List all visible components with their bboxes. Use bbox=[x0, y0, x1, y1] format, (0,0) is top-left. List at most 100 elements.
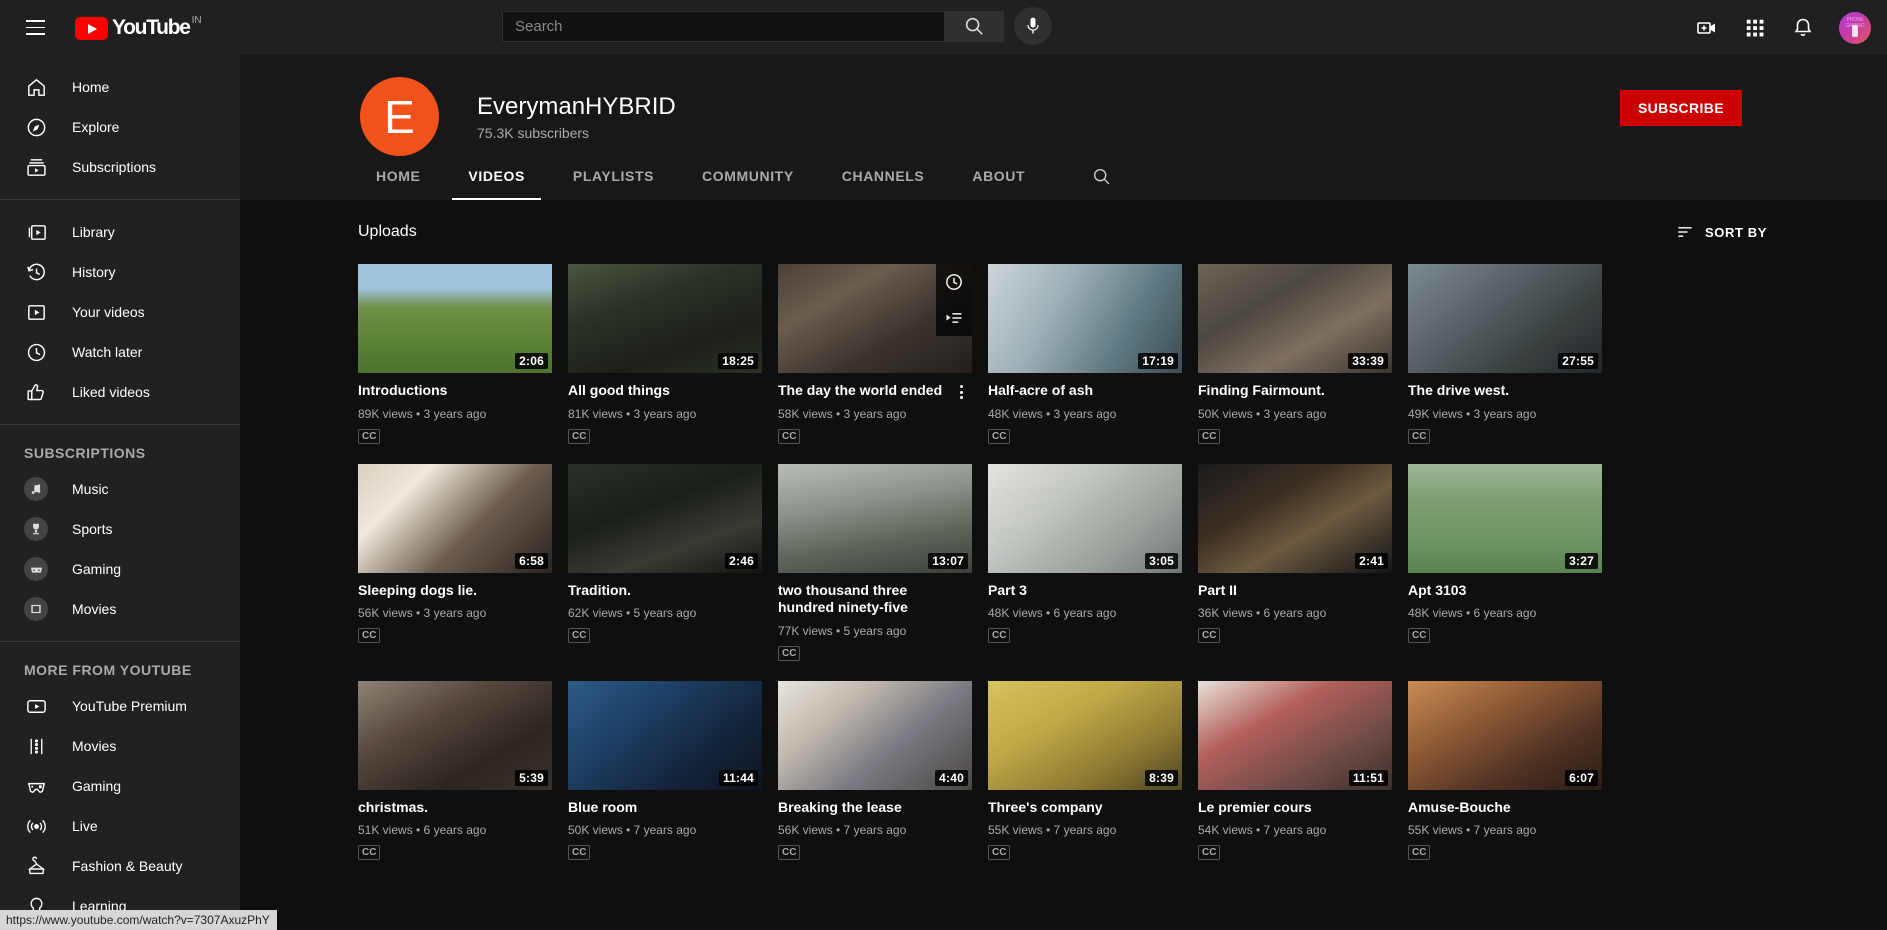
sidebar-label-live: Live bbox=[72, 818, 98, 834]
video-thumbnail[interactable]: 2:06 bbox=[358, 264, 552, 373]
video-card[interactable]: 11:44 Blue room 50K views • 7 years ago CC bbox=[568, 680, 762, 860]
voice-search-button[interactable] bbox=[1014, 7, 1052, 45]
channel-avatar[interactable]: E bbox=[360, 77, 439, 156]
sidebar-item-sports[interactable]: Sports bbox=[0, 509, 240, 549]
video-card[interactable]: 3:27 Apt 3103 48K views • 6 years ago CC bbox=[1408, 463, 1602, 661]
watch-later-button[interactable] bbox=[936, 264, 972, 300]
sidebar-item-music[interactable]: Music bbox=[0, 469, 240, 509]
search-submit-button[interactable] bbox=[944, 10, 1004, 42]
video-title[interactable]: Blue room bbox=[568, 799, 762, 817]
sidebar-item-live[interactable]: Live bbox=[0, 806, 240, 846]
account-avatar[interactable]: PHONE GAMING bbox=[1839, 11, 1871, 44]
video-card[interactable]: 3:05 Part 3 48K views • 6 years ago CC bbox=[988, 463, 1182, 661]
video-card[interactable]: 27:55 The drive west. 49K views • 3 years … bbox=[1408, 264, 1602, 444]
sidebar-item-youtube-premium[interactable]: YouTube Premium bbox=[0, 686, 240, 726]
video-thumbnail[interactable]: 13:07 bbox=[778, 463, 972, 573]
youtube-apps-button[interactable] bbox=[1735, 8, 1775, 48]
youtube-logo[interactable]: YouTube IN bbox=[75, 15, 202, 40]
tab-playlists[interactable]: PLAYLISTS bbox=[557, 152, 670, 200]
video-title[interactable]: Apt 3103 bbox=[1408, 582, 1602, 600]
notifications-button[interactable] bbox=[1783, 8, 1823, 48]
sidebar-item-movies[interactable]: Movies bbox=[0, 726, 240, 766]
sidebar-item-liked-videos[interactable]: Liked videos bbox=[0, 372, 240, 412]
tab-videos[interactable]: VIDEOS bbox=[452, 152, 541, 200]
sidebar-item-home[interactable]: Home bbox=[0, 67, 240, 107]
video-thumbnail[interactable]: 3:05 bbox=[988, 463, 1182, 573]
sidebar-label-liked-videos: Liked videos bbox=[72, 384, 150, 400]
video-thumbnail[interactable]: 4:40 bbox=[778, 680, 972, 790]
video-card[interactable]: 6:58 Sleeping dogs lie. 56K views • 3 year… bbox=[358, 463, 552, 661]
video-title[interactable]: Introductions bbox=[358, 382, 552, 400]
subscribe-button[interactable]: SUBSCRIBE bbox=[1619, 90, 1742, 126]
sidebar-item-your-videos[interactable]: Your videos bbox=[0, 292, 240, 332]
tab-community[interactable]: COMMUNITY bbox=[686, 152, 810, 200]
tab-about[interactable]: ABOUT bbox=[956, 152, 1041, 200]
video-thumbnail[interactable]: 11:51 bbox=[1198, 680, 1392, 790]
video-thumbnail[interactable]: 33:39 bbox=[1198, 264, 1392, 373]
channel-tabs: HOME VIDEOS PLAYLISTS COMMUNITY CHANNELS… bbox=[360, 152, 1121, 200]
sidebar-item-movies-sub[interactable]: Movies bbox=[0, 589, 240, 629]
video-duration-badge: 33:39 bbox=[1348, 353, 1388, 369]
video-title[interactable]: Le premier cours bbox=[1198, 799, 1392, 817]
video-card[interactable]: 2:46 Tradition. 62K views • 5 years ago CC bbox=[568, 463, 762, 661]
video-title[interactable]: Sleeping dogs lie. bbox=[358, 582, 552, 600]
sidebar-item-watch-later[interactable]: Watch later bbox=[0, 332, 240, 372]
sort-by-button[interactable]: SORT BY bbox=[1675, 222, 1767, 242]
video-thumbnail[interactable]: 6:58 bbox=[358, 463, 552, 573]
video-title[interactable]: Three's company bbox=[988, 799, 1182, 817]
video-title[interactable]: Breaking the lease bbox=[778, 799, 972, 817]
tab-channels[interactable]: CHANNELS bbox=[826, 152, 941, 200]
video-title[interactable]: Finding Fairmount. bbox=[1198, 382, 1392, 400]
search-box[interactable] bbox=[502, 10, 944, 42]
video-card[interactable]: 11:51 Le premier cours 54K views • 7 years… bbox=[1198, 680, 1392, 860]
sidebar-item-library[interactable]: Library bbox=[0, 212, 240, 252]
video-thumbnail[interactable]: 11:44 bbox=[568, 680, 762, 790]
video-thumbnail[interactable] bbox=[778, 264, 972, 373]
video-thumbnail[interactable]: 27:55 bbox=[1408, 264, 1602, 373]
sidebar-item-fashion-beauty[interactable]: Fashion & Beauty bbox=[0, 846, 240, 886]
video-card[interactable]: 18:25 All good things 81K views • 3 years … bbox=[568, 264, 762, 444]
video-options-menu-icon[interactable] bbox=[950, 378, 972, 406]
video-thumbnail[interactable]: 17:19 bbox=[988, 264, 1182, 373]
clock-icon bbox=[946, 274, 962, 290]
video-thumbnail[interactable]: 2:46 bbox=[568, 463, 762, 573]
sidebar-item-explore[interactable]: Explore bbox=[0, 107, 240, 147]
video-card[interactable]: 8:39 Three's company 55K views • 7 years a… bbox=[988, 680, 1182, 860]
video-card[interactable]: 17:19 Half-acre of ash 48K views • 3 years… bbox=[988, 264, 1182, 444]
create-video-button[interactable] bbox=[1687, 8, 1727, 48]
video-card[interactable]: 6:07 Amuse-Bouche 55K views • 7 years ago C… bbox=[1408, 680, 1602, 860]
video-title[interactable]: Amuse-Bouche bbox=[1408, 799, 1602, 817]
video-card[interactable]: 2:06 Introductions 89K views • 3 years ago… bbox=[358, 264, 552, 444]
video-title[interactable]: Part II bbox=[1198, 582, 1392, 600]
video-title[interactable]: Part 3 bbox=[988, 582, 1182, 600]
video-thumbnail[interactable]: 8:39 bbox=[988, 680, 1182, 790]
channel-search-button[interactable] bbox=[1081, 156, 1121, 196]
video-metadata: 56K views • 3 years ago bbox=[358, 606, 487, 620]
add-to-queue-button[interactable] bbox=[936, 300, 972, 336]
sidebar-item-subscriptions[interactable]: Subscriptions bbox=[0, 147, 240, 187]
video-thumbnail[interactable]: 2:41 bbox=[1198, 463, 1392, 573]
sidebar-item-gaming-sub[interactable]: Gaming bbox=[0, 549, 240, 589]
tab-home[interactable]: HOME bbox=[360, 152, 436, 200]
video-title[interactable]: The day the world ended bbox=[778, 382, 972, 400]
video-card[interactable]: The day the world ended 58K views • 3 yea… bbox=[778, 264, 972, 444]
video-card[interactable]: 33:39 Finding Fairmount. 50K views • 3 yea… bbox=[1198, 264, 1392, 444]
video-thumbnail[interactable]: 6:07 bbox=[1408, 680, 1602, 790]
video-title[interactable]: All good things bbox=[568, 382, 762, 400]
video-card[interactable]: 13:07 two thousand three hundred ninety-f… bbox=[778, 463, 972, 661]
sidebar-item-gaming[interactable]: Gaming bbox=[0, 766, 240, 806]
video-thumbnail[interactable]: 5:39 bbox=[358, 680, 552, 790]
hamburger-menu-icon[interactable] bbox=[11, 4, 59, 52]
video-title[interactable]: Tradition. bbox=[568, 582, 762, 600]
search-input[interactable] bbox=[515, 17, 944, 35]
video-card[interactable]: 2:41 Part II 36K views • 6 years ago CC bbox=[1198, 463, 1392, 661]
video-card[interactable]: 5:39 christmas. 51K views • 6 years ago CC bbox=[358, 680, 552, 860]
video-thumbnail[interactable]: 3:27 bbox=[1408, 463, 1602, 573]
video-thumbnail[interactable]: 18:25 bbox=[568, 264, 762, 373]
video-title[interactable]: Half-acre of ash bbox=[988, 382, 1182, 400]
video-title[interactable]: The drive west. bbox=[1408, 382, 1602, 400]
video-card[interactable]: 4:40 Breaking the lease 56K views • 7 year… bbox=[778, 680, 972, 860]
video-title[interactable]: christmas. bbox=[358, 799, 552, 817]
video-title[interactable]: two thousand three hundred ninety-five bbox=[778, 582, 972, 617]
sidebar-item-history[interactable]: History bbox=[0, 252, 240, 292]
